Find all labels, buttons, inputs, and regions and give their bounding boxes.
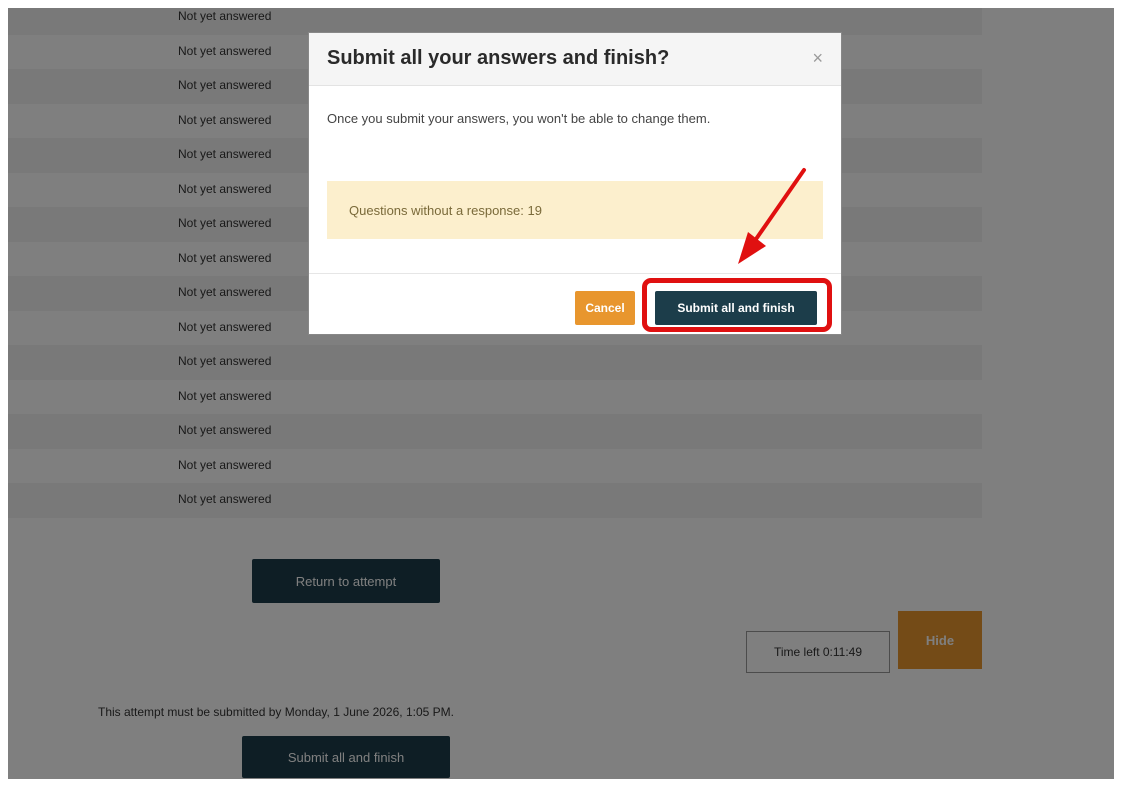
dialog-title: Submit all your answers and finish?: [327, 47, 670, 69]
dialog-message: Once you submit your answers, you won't …: [327, 111, 711, 126]
close-icon[interactable]: ×: [812, 48, 823, 69]
dialog-submit-all-and-finish-button[interactable]: Submit all and finish: [655, 291, 817, 325]
confirmation-dialog: Submit all your answers and finish? × On…: [308, 32, 842, 335]
cancel-button[interactable]: Cancel: [575, 291, 635, 325]
dialog-header: Submit all your answers and finish? ×: [309, 33, 841, 86]
dialog-footer: Cancel Submit all and finish: [309, 273, 841, 335]
unanswered-warning: Questions without a response: 19: [327, 181, 823, 239]
